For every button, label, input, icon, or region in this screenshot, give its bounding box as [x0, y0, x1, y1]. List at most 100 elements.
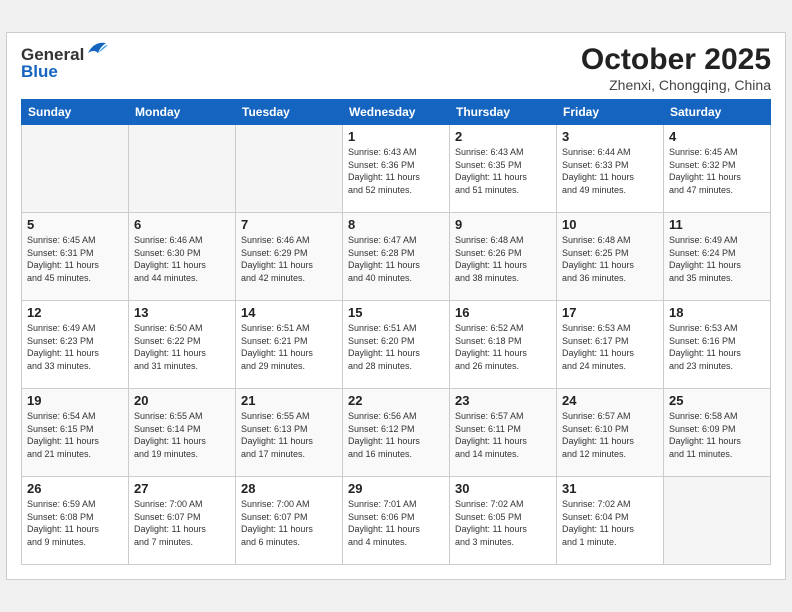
calendar-day-cell: [22, 125, 129, 213]
day-number: 4: [669, 129, 765, 144]
calendar-day-cell: 4 Sunrise: 6:45 AM Sunset: 6:32 PM Daylig…: [664, 125, 771, 213]
day-number: 23: [455, 393, 551, 408]
day-info: Sunrise: 6:43 AM Sunset: 6:35 PM Dayligh…: [455, 146, 551, 196]
calendar-day-cell: [129, 125, 236, 213]
day-info: Sunrise: 6:56 AM Sunset: 6:12 PM Dayligh…: [348, 410, 444, 460]
day-number: 9: [455, 217, 551, 232]
calendar-day-cell: 10 Sunrise: 6:48 AM Sunset: 6:25 PM Dayli…: [557, 213, 664, 301]
day-info: Sunrise: 6:51 AM Sunset: 6:21 PM Dayligh…: [241, 322, 337, 372]
day-info: Sunrise: 6:47 AM Sunset: 6:28 PM Dayligh…: [348, 234, 444, 284]
logo: General Blue: [21, 43, 108, 82]
calendar-day-cell: 26Sunrise: 6:59 AM Sunset: 6:08 PM Dayli…: [22, 477, 129, 565]
calendar-day-cell: 23 Sunrise: 6:57 AM Sunset: 6:11 PM Dayli…: [450, 389, 557, 477]
logo-bird-icon: [86, 39, 108, 57]
day-number: 2: [455, 129, 551, 144]
calendar-day-cell: 11 Sunrise: 6:49 AM Sunset: 6:24 PM Dayli…: [664, 213, 771, 301]
calendar-day-cell: 27 Sunrise: 7:00 AM Sunset: 6:07 PM Dayli…: [129, 477, 236, 565]
day-number: 28: [241, 481, 337, 496]
day-info: Sunrise: 6:57 AM Sunset: 6:11 PM Dayligh…: [455, 410, 551, 460]
day-info: Sunrise: 6:58 AM Sunset: 6:09 PM Dayligh…: [669, 410, 765, 460]
day-info: Sunrise: 6:53 AM Sunset: 6:17 PM Dayligh…: [562, 322, 658, 372]
day-number: 13: [134, 305, 230, 320]
calendar-day-cell: 24Sunrise: 6:57 AM Sunset: 6:10 PM Dayli…: [557, 389, 664, 477]
calendar-day-cell: 21 Sunrise: 6:55 AM Sunset: 6:13 PM Dayli…: [236, 389, 343, 477]
day-info: Sunrise: 6:45 AM Sunset: 6:31 PM Dayligh…: [27, 234, 123, 284]
day-number: 30: [455, 481, 551, 496]
day-info: Sunrise: 6:44 AM Sunset: 6:33 PM Dayligh…: [562, 146, 658, 196]
month-title: October 2025: [581, 43, 771, 77]
day-number: 11: [669, 217, 765, 232]
day-info: Sunrise: 7:02 AM Sunset: 6:04 PM Dayligh…: [562, 498, 658, 548]
calendar-day-cell: [236, 125, 343, 213]
day-number: 8: [348, 217, 444, 232]
calendar-day-cell: 15Sunrise: 6:51 AM Sunset: 6:20 PM Dayli…: [343, 301, 450, 389]
header: General Blue October 2025 Zhenxi, Chongq…: [21, 43, 771, 93]
day-number: 25: [669, 393, 765, 408]
weekday-header-cell: Wednesday: [343, 100, 450, 125]
day-info: Sunrise: 6:49 AM Sunset: 6:23 PM Dayligh…: [27, 322, 123, 372]
weekday-header-cell: Sunday: [22, 100, 129, 125]
day-info: Sunrise: 7:01 AM Sunset: 6:06 PM Dayligh…: [348, 498, 444, 548]
weekday-header-cell: Thursday: [450, 100, 557, 125]
day-info: Sunrise: 6:50 AM Sunset: 6:22 PM Dayligh…: [134, 322, 230, 372]
calendar-day-cell: 8 Sunrise: 6:47 AM Sunset: 6:28 PM Daylig…: [343, 213, 450, 301]
weekday-header-cell: Friday: [557, 100, 664, 125]
calendar-day-cell: 3 Sunrise: 6:44 AM Sunset: 6:33 PM Daylig…: [557, 125, 664, 213]
calendar-day-cell: 22 Sunrise: 6:56 AM Sunset: 6:12 PM Dayli…: [343, 389, 450, 477]
day-number: 29: [348, 481, 444, 496]
day-info: Sunrise: 6:46 AM Sunset: 6:30 PM Dayligh…: [134, 234, 230, 284]
calendar-week-row: 12Sunrise: 6:49 AM Sunset: 6:23 PM Dayli…: [22, 301, 771, 389]
calendar-day-cell: 31 Sunrise: 7:02 AM Sunset: 6:04 PM Dayli…: [557, 477, 664, 565]
day-number: 21: [241, 393, 337, 408]
calendar-day-cell: 28Sunrise: 7:00 AM Sunset: 6:07 PM Dayli…: [236, 477, 343, 565]
calendar-day-cell: 7 Sunrise: 6:46 AM Sunset: 6:29 PM Daylig…: [236, 213, 343, 301]
calendar-week-row: 5Sunrise: 6:45 AM Sunset: 6:31 PM Daylig…: [22, 213, 771, 301]
day-number: 19: [27, 393, 123, 408]
title-block: October 2025 Zhenxi, Chongqing, China: [581, 43, 771, 93]
calendar-day-cell: 17Sunrise: 6:53 AM Sunset: 6:17 PM Dayli…: [557, 301, 664, 389]
day-info: Sunrise: 6:48 AM Sunset: 6:25 PM Dayligh…: [562, 234, 658, 284]
day-number: 15: [348, 305, 444, 320]
day-number: 31: [562, 481, 658, 496]
day-info: Sunrise: 6:45 AM Sunset: 6:32 PM Dayligh…: [669, 146, 765, 196]
day-number: 16: [455, 305, 551, 320]
day-number: 24: [562, 393, 658, 408]
calendar-day-cell: 29 Sunrise: 7:01 AM Sunset: 6:06 PM Dayli…: [343, 477, 450, 565]
calendar-container: General Blue October 2025 Zhenxi, Chongq…: [6, 32, 786, 580]
day-info: Sunrise: 6:48 AM Sunset: 6:26 PM Dayligh…: [455, 234, 551, 284]
calendar-grid: SundayMondayTuesdayWednesdayThursdayFrid…: [21, 99, 771, 565]
calendar-day-cell: 6Sunrise: 6:46 AM Sunset: 6:30 PM Daylig…: [129, 213, 236, 301]
day-info: Sunrise: 6:55 AM Sunset: 6:14 PM Dayligh…: [134, 410, 230, 460]
day-info: Sunrise: 6:55 AM Sunset: 6:13 PM Dayligh…: [241, 410, 337, 460]
day-info: Sunrise: 7:00 AM Sunset: 6:07 PM Dayligh…: [134, 498, 230, 548]
day-number: 1: [348, 129, 444, 144]
calendar-body: 1 Sunrise: 6:43 AM Sunset: 6:36 PM Daylig…: [22, 125, 771, 565]
day-info: Sunrise: 6:43 AM Sunset: 6:36 PM Dayligh…: [348, 146, 444, 196]
day-number: 3: [562, 129, 658, 144]
calendar-day-cell: 30Sunrise: 7:02 AM Sunset: 6:05 PM Dayli…: [450, 477, 557, 565]
day-number: 27: [134, 481, 230, 496]
day-info: Sunrise: 6:49 AM Sunset: 6:24 PM Dayligh…: [669, 234, 765, 284]
calendar-week-row: 19Sunrise: 6:54 AM Sunset: 6:15 PM Dayli…: [22, 389, 771, 477]
calendar-day-cell: [664, 477, 771, 565]
location-subtitle: Zhenxi, Chongqing, China: [581, 77, 771, 93]
day-info: Sunrise: 6:52 AM Sunset: 6:18 PM Dayligh…: [455, 322, 551, 372]
weekday-header-cell: Monday: [129, 100, 236, 125]
day-number: 26: [27, 481, 123, 496]
day-number: 22: [348, 393, 444, 408]
calendar-day-cell: 20Sunrise: 6:55 AM Sunset: 6:14 PM Dayli…: [129, 389, 236, 477]
calendar-week-row: 1 Sunrise: 6:43 AM Sunset: 6:36 PM Daylig…: [22, 125, 771, 213]
day-number: 7: [241, 217, 337, 232]
weekday-header-cell: Saturday: [664, 100, 771, 125]
calendar-day-cell: 9 Sunrise: 6:48 AM Sunset: 6:26 PM Daylig…: [450, 213, 557, 301]
calendar-day-cell: 19Sunrise: 6:54 AM Sunset: 6:15 PM Dayli…: [22, 389, 129, 477]
calendar-day-cell: 12Sunrise: 6:49 AM Sunset: 6:23 PM Dayli…: [22, 301, 129, 389]
calendar-day-cell: 18Sunrise: 6:53 AM Sunset: 6:16 PM Dayli…: [664, 301, 771, 389]
day-number: 14: [241, 305, 337, 320]
logo-blue: Blue: [21, 62, 58, 82]
calendar-day-cell: 14 Sunrise: 6:51 AM Sunset: 6:21 PM Dayli…: [236, 301, 343, 389]
day-number: 10: [562, 217, 658, 232]
calendar-day-cell: 13 Sunrise: 6:50 AM Sunset: 6:22 PM Dayli…: [129, 301, 236, 389]
calendar-day-cell: 5Sunrise: 6:45 AM Sunset: 6:31 PM Daylig…: [22, 213, 129, 301]
day-info: Sunrise: 6:46 AM Sunset: 6:29 PM Dayligh…: [241, 234, 337, 284]
